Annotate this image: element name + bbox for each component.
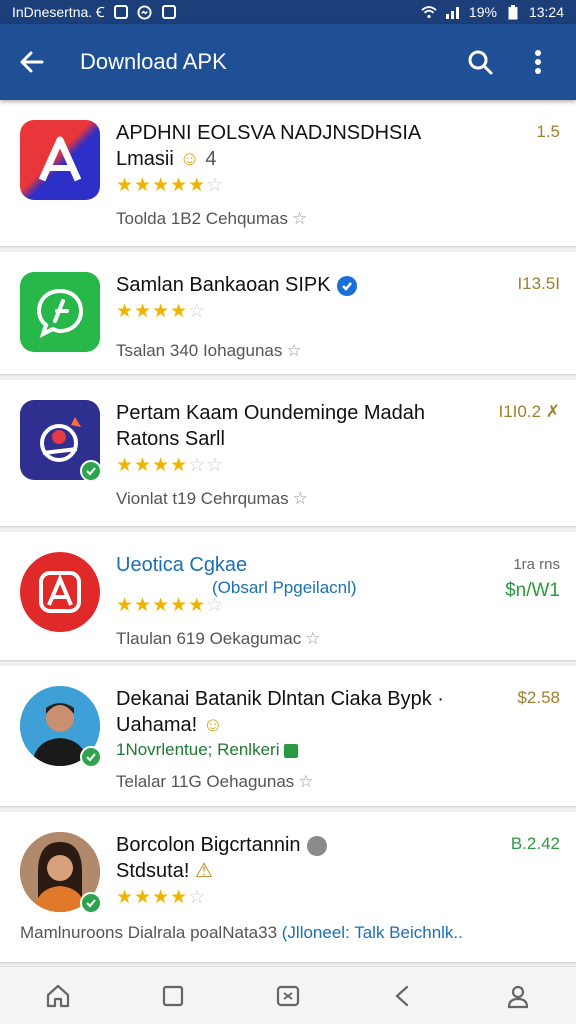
emoji-icon: ☺ — [202, 714, 224, 736]
app-name: Pertam Kaam Oundeminge Madah — [116, 402, 426, 424]
app-name-line2: Ratons Sarll — [116, 428, 225, 450]
carrier-text: InDnesertna. Ꞓ — [12, 3, 105, 20]
list-item[interactable]: Ueotica Cgkae (Obsarl Ppgeilacnl) ★★★★★☆… — [0, 532, 576, 660]
battery-icon — [505, 4, 521, 19]
download-count: Vionlat t19 Cehrqumas ☆ — [116, 489, 308, 508]
verified-check-icon — [80, 892, 102, 914]
more-vert-icon[interactable] — [516, 40, 560, 84]
star-outline-icon: ☆ — [292, 489, 308, 508]
back-icon[interactable] — [381, 974, 425, 1018]
emoji-icon: ☺ — [179, 148, 200, 170]
recents-icon[interactable] — [151, 974, 195, 1018]
game-app-icon — [20, 400, 102, 482]
app-name: Ueotica Cgkae — [116, 554, 248, 576]
system-nav-bar — [0, 966, 576, 1024]
app-logo-icon — [20, 120, 100, 200]
star-outline-icon: ☆ — [298, 772, 314, 791]
rating-stars: ★★★★☆☆ — [116, 455, 225, 476]
warning-icon: ⚠ — [194, 860, 213, 882]
list-item[interactable]: Samlan Bankaoan SIPK ★★★★☆ Tsalan 340 Io… — [0, 252, 576, 374]
app-price: $n/W1 — [505, 580, 560, 601]
app-name-line2: Stdsuta! — [116, 860, 190, 882]
star-outline-icon: ☆ — [292, 209, 308, 228]
home-icon[interactable] — [36, 974, 80, 1018]
app-price: I1I0.2 ✗ — [498, 402, 560, 421]
battery-percent: 19% — [468, 4, 497, 20]
app-name-line2: Lmasii — [116, 148, 174, 170]
app-price: B.2.42 — [510, 834, 560, 853]
tag-icon — [283, 743, 298, 758]
wifi-icon — [421, 5, 437, 19]
verified-check-icon — [80, 746, 102, 768]
app-price-label: 1ra rns — [513, 556, 560, 573]
screenshot-icon[interactable] — [266, 974, 310, 1018]
app-list: APDHNI EOLSVA NADJNSDHSIA Lmasii ☺ 4 ★★★… — [0, 100, 576, 962]
list-item[interactable]: Dekanai Batanik Dlntan Ciaka Bypk · Uaha… — [0, 666, 576, 806]
category-text: 1Novrlentue; Renlkeri — [116, 740, 280, 759]
search-icon[interactable] — [458, 40, 502, 84]
download-count: Tsalan 340 Iohagunas ☆ — [116, 341, 302, 360]
rating-stars: ★★★★☆ — [116, 301, 207, 322]
signal-icon — [445, 5, 461, 19]
app-name: APDHNI EOLSVA NADJNSDHSIA — [116, 122, 422, 144]
app-name-line2: Uahama! — [116, 714, 198, 736]
status-bar: InDnesertna. Ꞓ 19% 13:24 — [0, 0, 576, 24]
clock: 13:24 — [528, 4, 564, 20]
star-outline-icon: ☆ — [286, 341, 302, 360]
app-name: Borcolon Bigcrtannin — [116, 834, 301, 856]
messenger-icon — [137, 4, 153, 20]
profile-icon[interactable] — [496, 974, 540, 1018]
chat-app-icon — [20, 272, 100, 352]
notification-icon — [161, 5, 177, 19]
avatar — [20, 832, 102, 914]
app-bar: Download APK — [0, 24, 576, 100]
rating-stars: ★★★★★☆ — [116, 175, 225, 196]
list-item[interactable]: Borcolon Bigcrtannin Stdsuta! ⚠ ★★★★☆ Ma… — [0, 812, 576, 962]
app-price: 1.5 — [536, 122, 560, 141]
back-arrow-icon[interactable] — [18, 44, 54, 80]
app-name: Dekanai Batanik Dlntan Ciaka Bypk · — [116, 688, 444, 710]
verified-check-icon — [80, 460, 102, 482]
app-price: I13.5I — [517, 274, 560, 293]
star-outline-icon: ☆ — [305, 629, 321, 648]
page-title: Download APK — [80, 49, 227, 74]
download-count: Tlaulan 619 Oekagumac ☆ — [116, 629, 321, 648]
app-price: $2.58 — [517, 688, 560, 707]
photo-app-icon — [20, 552, 100, 632]
download-count: Toolda 1B2 Cehqumas ☆ — [116, 209, 308, 228]
download-count: Mamlnuroons Dialrala poalNata33 (Jllonee… — [20, 923, 463, 942]
rating-stars: ★★★★☆ — [116, 887, 207, 908]
download-count: Telalar 11G Oehagunas ☆ — [116, 772, 314, 791]
list-item[interactable]: Pertam Kaam Oundeminge Madah Ratons Sarl… — [0, 380, 576, 526]
publisher-link[interactable]: (Jlloneel: Talk Beichnlk.. — [282, 923, 463, 942]
avatar — [20, 686, 102, 768]
publisher-link[interactable]: (Obsarl Ppgeilacnl) — [212, 578, 357, 597]
list-item[interactable]: APDHNI EOLSVA NADJNSDHSIA Lmasii ☺ 4 ★★★… — [0, 100, 576, 246]
app-name: Samlan Bankaoan SIPK — [116, 274, 331, 296]
share-badge-icon — [306, 835, 327, 856]
verified-badge-icon — [336, 275, 357, 296]
rank-text: 4 — [205, 148, 217, 170]
message-icon — [113, 5, 129, 19]
